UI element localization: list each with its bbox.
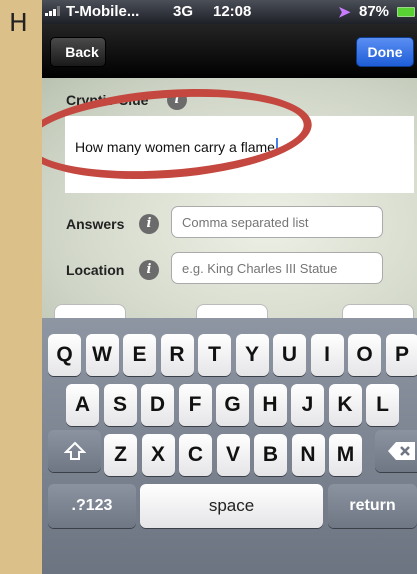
key-z[interactable]: Z (104, 434, 137, 476)
key-y[interactable]: Y (235, 334, 269, 376)
back-button[interactable]: Back (50, 37, 106, 67)
location-info-icon[interactable]: i (139, 260, 159, 280)
key-h[interactable]: H (253, 384, 287, 426)
location-label: Location (66, 262, 125, 278)
space-key[interactable]: space (140, 484, 323, 528)
key-r[interactable]: R (160, 334, 194, 376)
key-f[interactable]: F (178, 384, 212, 426)
key-o[interactable]: O (348, 334, 381, 376)
navigation-bar: Back Done (42, 24, 417, 78)
key-d[interactable]: D (141, 384, 174, 426)
key-k[interactable]: K (328, 384, 362, 426)
carrier-name: T-Mobile... (66, 3, 140, 20)
status-bar: T-Mobile... 3G 12:08 ➤ 87% (42, 0, 417, 24)
answers-label: Answers (66, 216, 125, 232)
key-w[interactable]: W (85, 334, 119, 376)
side-letter: H (9, 8, 28, 37)
key-i[interactable]: I (310, 334, 344, 376)
delete-key[interactable] (375, 430, 417, 472)
delete-icon (387, 442, 415, 460)
shift-key[interactable] (48, 430, 101, 472)
key-u[interactable]: U (273, 334, 306, 376)
key-p[interactable]: P (385, 334, 417, 376)
key-s[interactable]: S (103, 384, 137, 426)
key-t[interactable]: T (198, 334, 231, 376)
numbers-key[interactable]: .?123 (48, 484, 136, 528)
key-e[interactable]: E (123, 334, 156, 376)
key-l[interactable]: L (366, 384, 399, 426)
key-j[interactable]: J (291, 384, 324, 426)
answers-input[interactable] (171, 206, 383, 238)
battery-icon (397, 7, 415, 17)
location-input[interactable] (171, 252, 383, 284)
key-v[interactable]: V (216, 434, 250, 476)
key-b[interactable]: B (254, 434, 287, 476)
phone-screen: T-Mobile... 3G 12:08 ➤ 87% Back Done Cry… (42, 0, 417, 574)
status-time: 12:08 (213, 3, 252, 20)
shift-icon (63, 441, 86, 460)
location-arrow-icon: ➤ (338, 4, 351, 21)
key-q[interactable]: Q (48, 334, 81, 376)
network-type: 3G (173, 3, 194, 20)
done-button[interactable]: Done (356, 37, 414, 67)
clue-form: Cryptic Clue i How many women carry a fl… (42, 78, 417, 326)
key-x[interactable]: X (141, 434, 175, 476)
key-n[interactable]: N (291, 434, 325, 476)
battery-percent: 87% (359, 3, 390, 20)
key-m[interactable]: M (329, 434, 362, 476)
key-g[interactable]: G (216, 384, 249, 426)
keyboard: QWERTYUIOP ASDFGHJKL ZXCVBNM .?123 space… (42, 318, 417, 574)
answers-info-icon[interactable]: i (139, 214, 159, 234)
key-c[interactable]: C (179, 434, 212, 476)
key-a[interactable]: A (66, 384, 99, 426)
return-key[interactable]: return (328, 484, 417, 528)
signal-icon (45, 6, 60, 16)
